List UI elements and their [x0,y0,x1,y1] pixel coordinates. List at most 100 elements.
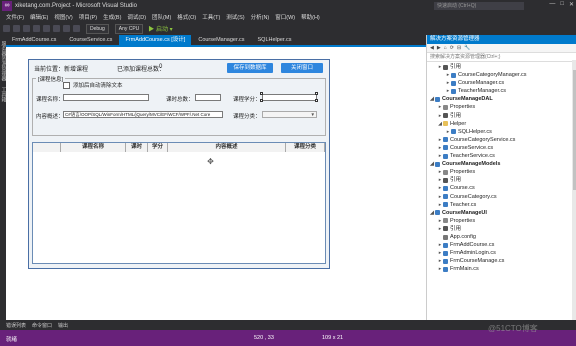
new-project-icon[interactable] [23,25,30,32]
checkbox-box[interactable] [63,81,70,89]
solution-tree-item[interactable]: ▸ Properties [427,217,576,225]
solution-tree-item[interactable]: ▸ 引用 [427,176,576,184]
solution-tree-item[interactable]: ▸ FrmAdminLogin.cs [427,249,576,257]
refresh-icon[interactable]: ⟳ [450,45,454,51]
solution-tree-item[interactable]: ▸ CourseManager.cs [427,79,576,87]
solution-tree-item[interactable]: ▸ FrmAddCourse.cs [427,241,576,249]
properties-icon[interactable]: 🔧 [464,45,470,51]
forward-icon[interactable]: ▶ [437,45,441,51]
menu-file[interactable]: 文件(F) [6,13,24,21]
menu-build[interactable]: 生成(B) [103,13,121,21]
course-name-input[interactable] [63,94,149,101]
menu-debug[interactable]: 调试(D) [127,13,146,21]
configuration-select[interactable]: Debug [86,23,109,34]
close-button[interactable]: ✕ [569,1,574,8]
category-select[interactable]: ▼ [262,111,317,118]
solution-tree-item[interactable]: ▸ TeacherService.cs [427,152,576,160]
solution-tree-item[interactable]: ◢ CourseManageModels [427,160,576,168]
tree-item-label: 引用 [450,64,462,70]
file-icon [443,226,448,232]
menu-test[interactable]: 测试(S) [226,13,244,21]
menu-edit[interactable]: 编辑(E) [30,13,48,21]
solution-tree-item[interactable]: ▸ SQLHelper.cs [427,128,576,136]
save-all-icon[interactable] [53,25,60,32]
solution-tree-item[interactable]: ◢ CourseManageDAL [427,95,576,103]
save-icon[interactable] [43,25,50,32]
collapse-all-icon[interactable]: ⊟ [457,45,461,51]
solution-tree-item[interactable]: ▸ CourseCategoryManager.cs [427,71,576,79]
course-credit-input[interactable] [262,94,317,101]
home-icon[interactable]: ⌂ [444,45,447,51]
solution-tree-item[interactable]: ▸ Properties [427,103,576,111]
solution-scrollbar[interactable] [572,60,576,320]
solution-search-input[interactable]: 搜索解决方案资源管理器(Ctrl+;) [427,53,576,62]
solution-tree-item[interactable]: ◢ CourseManageUI [427,209,576,217]
solution-tree-item[interactable]: ▸ 引用 [427,63,576,71]
solution-tree-item[interactable]: ▸ Course.cs [427,184,576,192]
solution-tree-item[interactable]: ▸ FrmMain.cs [427,265,576,273]
solution-tree-item[interactable]: ▸ Teacher.cs [427,201,576,209]
title-bar: ∞ xiketang.com.Project - Microsoft Visua… [0,0,576,12]
tab-courseservice-cs[interactable]: CourseService.cs [63,35,118,45]
menu-analyze[interactable]: 分析(N) [251,13,270,21]
quick-launch-input[interactable]: 快速启动 (Ctrl+Q) [434,2,524,10]
menu-team[interactable]: 团队(M) [152,13,171,21]
menu-project[interactable]: 项目(P) [79,13,97,21]
selection-handle[interactable] [260,99,263,102]
error-list-tab[interactable]: 错误列表 [6,322,26,329]
column-course-name[interactable]: 课程名称 [61,143,126,152]
designed-form[interactable]: 当前位置：新增课程 已添加课程总数： 0 保存到数据库 关闭窗口 [课程信息] … [28,59,330,269]
selection-handle[interactable] [315,99,318,102]
solution-tree-item[interactable]: ▸ CourseService.cs [427,144,576,152]
column-description[interactable]: 内容概述 [168,143,286,152]
tab-frmaddcourse-cs[interactable]: FrmAddCourse.cs [6,35,62,45]
save-to-database-button[interactable]: 保存到数据库 [227,63,273,73]
column-category[interactable]: 课程分类 [286,143,325,152]
scrollbar-thumb[interactable] [572,70,576,190]
command-window-tab[interactable]: 命令窗口 [32,322,52,329]
solution-tree-item[interactable]: ▸ TeacherManager.cs [427,87,576,95]
close-window-button[interactable]: 关闭窗口 [281,63,323,73]
open-file-icon[interactable] [33,25,40,32]
minimize-button[interactable]: — [549,1,555,8]
file-icon [443,242,448,248]
forward-icon[interactable] [13,25,20,32]
solution-tree-item[interactable]: ▸ CourseCategory.cs [427,193,576,201]
back-icon[interactable]: ◀ [430,45,434,51]
solution-tree-item[interactable]: ▸ CourseCategoryService.cs [427,136,576,144]
solution-tree-item[interactable]: ▸ 引用 [427,112,576,120]
file-icon [443,266,448,272]
file-icon [443,258,448,264]
selection-handle[interactable] [315,92,318,95]
menu-window[interactable]: 窗口(W) [275,13,295,21]
course-data-grid[interactable]: 课程名称 课时 学分 内容概述 课程分类 [32,142,326,264]
tab-sqlhelper-cs[interactable]: SQLHelper.cs [252,35,298,45]
solution-tree-item[interactable]: ▸ FrmCourseManage.cs [427,257,576,265]
menu-tools[interactable]: 工具(T) [202,13,220,21]
undo-icon[interactable] [63,25,70,32]
tab-frmaddcourse-design[interactable]: FrmAddCourse.cs [设计] [119,35,192,45]
selection-handle[interactable] [260,92,263,95]
menu-format[interactable]: 格式(O) [177,13,196,21]
column-credit[interactable]: 学分 [148,143,168,152]
menu-view[interactable]: 视图(V) [54,13,72,21]
redo-icon[interactable] [73,25,80,32]
class-hours-input[interactable] [195,94,221,101]
auto-clear-checkbox[interactable]: 添加后自动清除文本 [63,81,123,89]
description-label: 内容概述： [36,114,64,120]
solution-tree-item[interactable]: ▸ Properties [427,168,576,176]
column-class-hours[interactable]: 课时 [126,143,148,152]
start-button[interactable]: ▶ 启动 ▾ [148,24,172,33]
description-input[interactable]: C#语言/OOP/SQL/WinForm/HTML/jQuery/MVC/EF/… [63,111,223,118]
solution-tree-item[interactable]: ◢ Helper [427,120,576,128]
file-icon [451,129,456,135]
solution-tree-item[interactable]: ▸ 引用 [427,225,576,233]
menu-help[interactable]: 帮助(H) [301,13,320,21]
tab-coursemanager-cs[interactable]: CourseManager.cs [192,35,250,45]
solution-tree-item[interactable]: App.config [427,233,576,241]
output-tab[interactable]: 输出 [58,322,68,329]
back-icon[interactable] [3,25,10,32]
platform-select[interactable]: Any CPU [114,23,144,34]
file-icon [443,113,448,119]
maximize-button[interactable]: □ [560,1,564,8]
